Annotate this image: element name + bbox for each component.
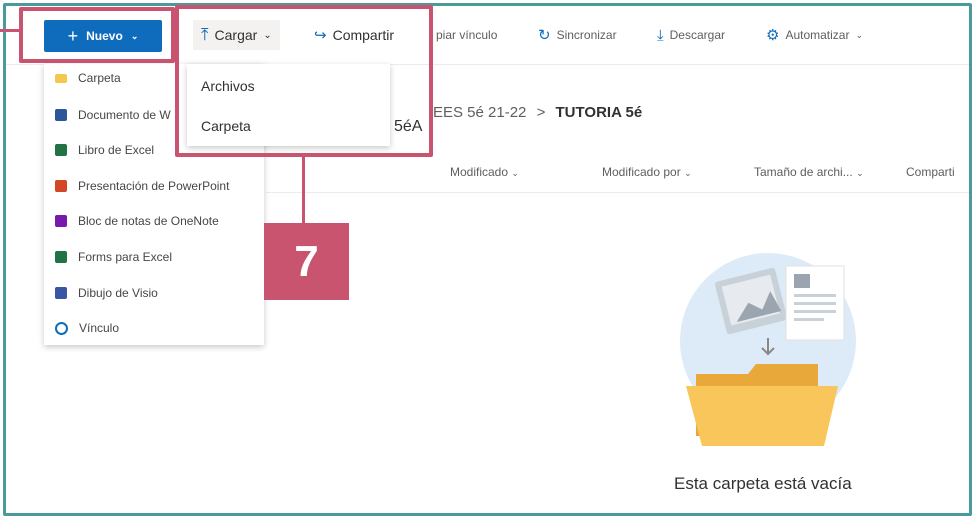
- excel-icon: [55, 144, 67, 156]
- copy-link-label: piar vínculo: [436, 28, 498, 42]
- header-divider: [266, 192, 969, 193]
- column-modified-by[interactable]: Modificado por ⌄: [602, 165, 692, 179]
- empty-folder-illustration: [680, 253, 856, 446]
- automate-label: Automatizar: [785, 28, 850, 42]
- forms-icon: [55, 251, 67, 263]
- app-frame: + Nuevo ⌄ ⤒ Cargar ⌄ ↪ Compartir piar ví…: [3, 3, 972, 516]
- breadcrumb-parent[interactable]: EES 5é 21-22: [433, 104, 526, 121]
- menu-item-label: Forms para Excel: [78, 250, 173, 264]
- sync-button[interactable]: ↻ Sincronizar: [538, 22, 617, 48]
- annotation-connector-down: [302, 153, 305, 224]
- chevron-down-icon: ⌄: [855, 29, 864, 40]
- powerpoint-icon: [55, 180, 67, 192]
- menu-item-powerpoint[interactable]: Presentación de PowerPoint: [44, 169, 264, 203]
- visio-icon: [55, 287, 67, 299]
- copy-link-button[interactable]: piar vínculo: [436, 22, 497, 48]
- breadcrumb: EES 5é 21-22 > TUTORIA 5é: [433, 104, 642, 121]
- word-icon: [55, 109, 67, 121]
- menu-item-label: Vínculo: [79, 321, 120, 335]
- breadcrumb-current: TUTORIA 5é: [555, 104, 643, 121]
- menu-item-onenote[interactable]: Bloc de notas de OneNote: [44, 204, 264, 238]
- column-modified-by-label: Modificado por: [602, 165, 681, 179]
- annotation-highlight-new-button: [19, 7, 175, 63]
- column-sharing-label: Comparti: [906, 165, 955, 179]
- menu-item-visio[interactable]: Dibujo de Visio: [44, 276, 264, 310]
- annotation-connector-left: [0, 29, 21, 32]
- folder-icon: [55, 73, 67, 83]
- automate-icon: ⚙: [766, 27, 780, 44]
- annotation-highlight-upload-menu: [175, 5, 433, 157]
- menu-item-label: Libro de Excel: [78, 143, 155, 157]
- breadcrumb-separator: >: [536, 104, 546, 121]
- link-icon: [55, 321, 68, 335]
- menu-item-label: Presentación de PowerPoint: [78, 179, 230, 193]
- column-modified-label: Modificado: [450, 165, 509, 179]
- automate-button[interactable]: ⚙ Automatizar ⌄: [766, 22, 863, 48]
- download-icon: ⤓: [657, 26, 664, 44]
- column-sharing[interactable]: Comparti: [906, 165, 955, 179]
- column-file-size-label: Tamaño de archi...: [754, 165, 853, 179]
- onenote-icon: [55, 215, 67, 227]
- sync-icon: ↻: [538, 27, 551, 44]
- empty-state-message: Esta carpeta está vacía: [674, 474, 852, 493]
- chevron-down-icon: ⌄: [856, 168, 864, 178]
- download-label: Descargar: [669, 28, 725, 42]
- menu-item-label: Bloc de notas de OneNote: [78, 214, 219, 228]
- step-number-badge: 7: [264, 223, 349, 300]
- chevron-down-icon: ⌄: [511, 168, 519, 178]
- menu-item-forms-excel[interactable]: Forms para Excel: [44, 240, 264, 274]
- menu-item-link[interactable]: Vínculo: [44, 311, 264, 345]
- chevron-down-icon: ⌄: [684, 168, 692, 178]
- menu-item-label: Documento de W: [78, 108, 171, 122]
- column-file-size[interactable]: Tamaño de archi... ⌄: [754, 165, 864, 179]
- menu-item-label: Dibujo de Visio: [78, 286, 158, 300]
- column-modified[interactable]: Modificado ⌄: [450, 165, 519, 179]
- download-button[interactable]: ⤓ Descargar: [657, 22, 725, 48]
- sync-label: Sincronizar: [556, 28, 617, 42]
- menu-item-label: Carpeta: [78, 71, 121, 85]
